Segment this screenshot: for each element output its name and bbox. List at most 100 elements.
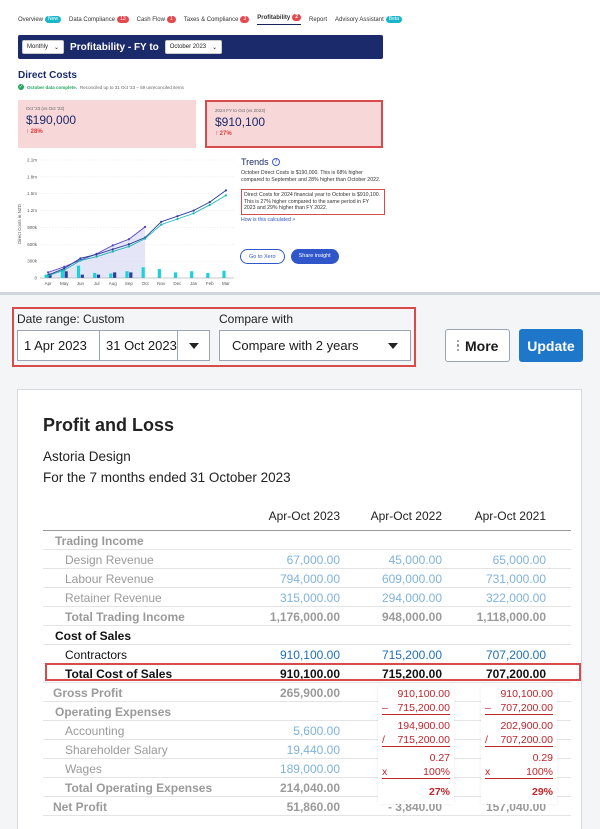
calc-operator: x bbox=[382, 766, 388, 778]
go-to-xero-button[interactable]: Go to Xero bbox=[240, 249, 285, 264]
calc-operator: – bbox=[382, 702, 388, 714]
table-row: Total Trading Income 1,176,000.00 948,000.… bbox=[43, 607, 571, 626]
row-value[interactable]: 67,000.00 bbox=[240, 553, 340, 567]
row-value[interactable]: 794,000.00 bbox=[240, 572, 340, 586]
tab-data-compliance[interactable]: Data Compliance 13 bbox=[69, 14, 129, 25]
calc-row: –707,200.00 bbox=[485, 702, 553, 715]
tab-taxes-compliance[interactable]: Taxes & Compliance 3 bbox=[184, 14, 250, 25]
trend-text-monthly: October Direct Costs is $190,000. This i… bbox=[241, 170, 381, 183]
bar bbox=[109, 273, 113, 278]
table-row: Labour Revenue 794,000.00 609,000.00 731,00… bbox=[43, 569, 571, 588]
share-insight-button[interactable]: Share insight bbox=[290, 249, 339, 264]
row-value[interactable]: 5,600.00 bbox=[240, 724, 340, 738]
calc-row: 194,900.00 bbox=[382, 720, 450, 733]
date-to-field[interactable]: 31 Oct 2023 bbox=[99, 330, 179, 361]
page-title: Profitability - FY to bbox=[70, 41, 159, 53]
calc-value: 0.29 bbox=[532, 752, 553, 764]
data-point bbox=[224, 189, 228, 192]
more-button[interactable]: More bbox=[445, 329, 510, 362]
data-point bbox=[46, 271, 50, 274]
month-select-value: October 2023 bbox=[169, 44, 207, 50]
tab-profitability[interactable]: Profitability 2 bbox=[257, 14, 302, 25]
calc-value: 100% bbox=[526, 766, 553, 778]
tab-label: Report bbox=[309, 16, 328, 23]
ytd-cost-card[interactable]: 2024 FY to Oct (vs 2023) $910,100 ↑ 27% bbox=[205, 100, 383, 148]
new-badge: New bbox=[45, 16, 62, 23]
caret-down-icon bbox=[388, 343, 398, 349]
status-detail-text: Reconciled up to 31 Oct '23 – 59 unrecon… bbox=[80, 84, 184, 90]
period-select-value: Monthly bbox=[27, 44, 49, 50]
row-value[interactable]: 707,200.00 bbox=[446, 648, 546, 662]
date-from-field[interactable]: 1 Apr 2023 bbox=[17, 330, 103, 361]
monthly-cost-card[interactable]: Oct '23 (vs Oct '23) $190,000 ↑ 28% bbox=[18, 100, 196, 148]
row-label: Total Operating Expenses bbox=[65, 781, 213, 795]
y-axis-label: Direct Costs in NZD bbox=[17, 203, 22, 244]
row-value[interactable]: 189,000.00 bbox=[240, 762, 340, 776]
tab-advisory-assistant[interactable]: Advisory Assistant Beta bbox=[335, 14, 403, 25]
data-point bbox=[143, 225, 147, 228]
bar bbox=[96, 274, 101, 278]
row-value[interactable]: 322,000.00 bbox=[446, 591, 546, 605]
check-circle-icon: ✓ bbox=[18, 84, 24, 90]
tab-cash-flow[interactable]: Cash Flow 1 bbox=[137, 14, 176, 25]
how-calculated-link[interactable]: How is this calculated > bbox=[241, 217, 385, 224]
row-label: Shareholder Salary bbox=[65, 743, 168, 757]
main-tabs: Overview New Data Compliance 13 Cash Flow 1… bbox=[18, 14, 403, 25]
data-point bbox=[111, 250, 114, 253]
calc-value: 194,900.00 bbox=[397, 720, 450, 732]
calc-row: 29% bbox=[485, 786, 553, 799]
help-icon[interactable]: ? bbox=[271, 158, 280, 166]
row-value[interactable]: 45,000.00 bbox=[342, 553, 442, 567]
chevron-down-icon: ⌄ bbox=[54, 44, 60, 51]
data-point bbox=[95, 253, 98, 256]
x-tick-label: Mar bbox=[222, 281, 230, 286]
data-point bbox=[111, 248, 114, 251]
count-badge: 13 bbox=[117, 16, 129, 23]
calc-row: 910,100.00 bbox=[485, 688, 553, 701]
data-point bbox=[143, 237, 147, 240]
date-range-label: Date range: Custom bbox=[17, 312, 125, 326]
y-tick-label: 1.2m bbox=[27, 208, 37, 213]
tab-label: Profitability bbox=[257, 14, 291, 21]
section-title: Direct Costs bbox=[18, 70, 77, 81]
date-range-dropdown[interactable] bbox=[177, 330, 210, 361]
calc-popup-fy2022: 910,100.00 –715,200.00 194,900.00 /715,2… bbox=[378, 686, 454, 804]
row-value[interactable]: 19,440.00 bbox=[240, 743, 340, 757]
table-row: Retainer Revenue 315,000.00 294,000.00 322,… bbox=[43, 588, 571, 607]
x-tick-label: May bbox=[60, 281, 69, 286]
row-value[interactable]: 315,000.00 bbox=[240, 591, 340, 605]
row-value[interactable]: 715,200.00 bbox=[342, 648, 442, 662]
table-row: Contractors 910,100.00 715,200.00 707,200.0… bbox=[43, 645, 571, 664]
profitability-header-bar: Monthly ⌄ Profitability - FY to October 2… bbox=[18, 35, 383, 59]
calc-row: 202,900.00 bbox=[485, 720, 553, 733]
compare-select[interactable]: Compare with 2 years bbox=[219, 330, 411, 361]
data-point bbox=[127, 245, 131, 248]
period-select[interactable]: Monthly ⌄ bbox=[22, 40, 65, 54]
calc-row: x 100% bbox=[485, 766, 553, 779]
update-button[interactable]: Update bbox=[519, 329, 583, 362]
report-panel: Date range: Custom 1 Apr 2023 31 Oct 202… bbox=[0, 295, 600, 829]
tab-overview[interactable]: Overview New bbox=[18, 14, 62, 25]
tab-report[interactable]: Report bbox=[309, 14, 327, 25]
x-tick-label: Aug bbox=[109, 281, 118, 286]
data-point bbox=[176, 215, 179, 218]
data-point bbox=[176, 217, 179, 221]
profit-and-loss-report: Profit and Loss Astoria Design For the 7… bbox=[17, 389, 582, 829]
row-value[interactable]: 609,000.00 bbox=[342, 572, 442, 586]
trends-title: Trends bbox=[241, 156, 269, 167]
calc-operator: – bbox=[485, 702, 491, 714]
row-value: 51,860.00 bbox=[286, 800, 340, 814]
calc-result: 27% bbox=[428, 786, 450, 798]
row-value[interactable]: 910,100.00 bbox=[240, 648, 340, 662]
caret-down-icon bbox=[188, 342, 199, 349]
row-label: Gross Profit bbox=[53, 686, 123, 700]
x-tick-label: Jun bbox=[77, 281, 85, 286]
row-value[interactable]: 65,000.00 bbox=[446, 553, 546, 567]
row-value[interactable]: 294,000.00 bbox=[342, 591, 442, 605]
count-badge: 1 bbox=[166, 16, 176, 23]
row-value[interactable]: 731,000.00 bbox=[446, 572, 546, 586]
data-point bbox=[127, 238, 131, 241]
row-label: Trading Income bbox=[55, 534, 144, 548]
tab-label: Overview bbox=[18, 16, 44, 23]
month-select[interactable]: October 2023 ⌄ bbox=[164, 40, 223, 54]
